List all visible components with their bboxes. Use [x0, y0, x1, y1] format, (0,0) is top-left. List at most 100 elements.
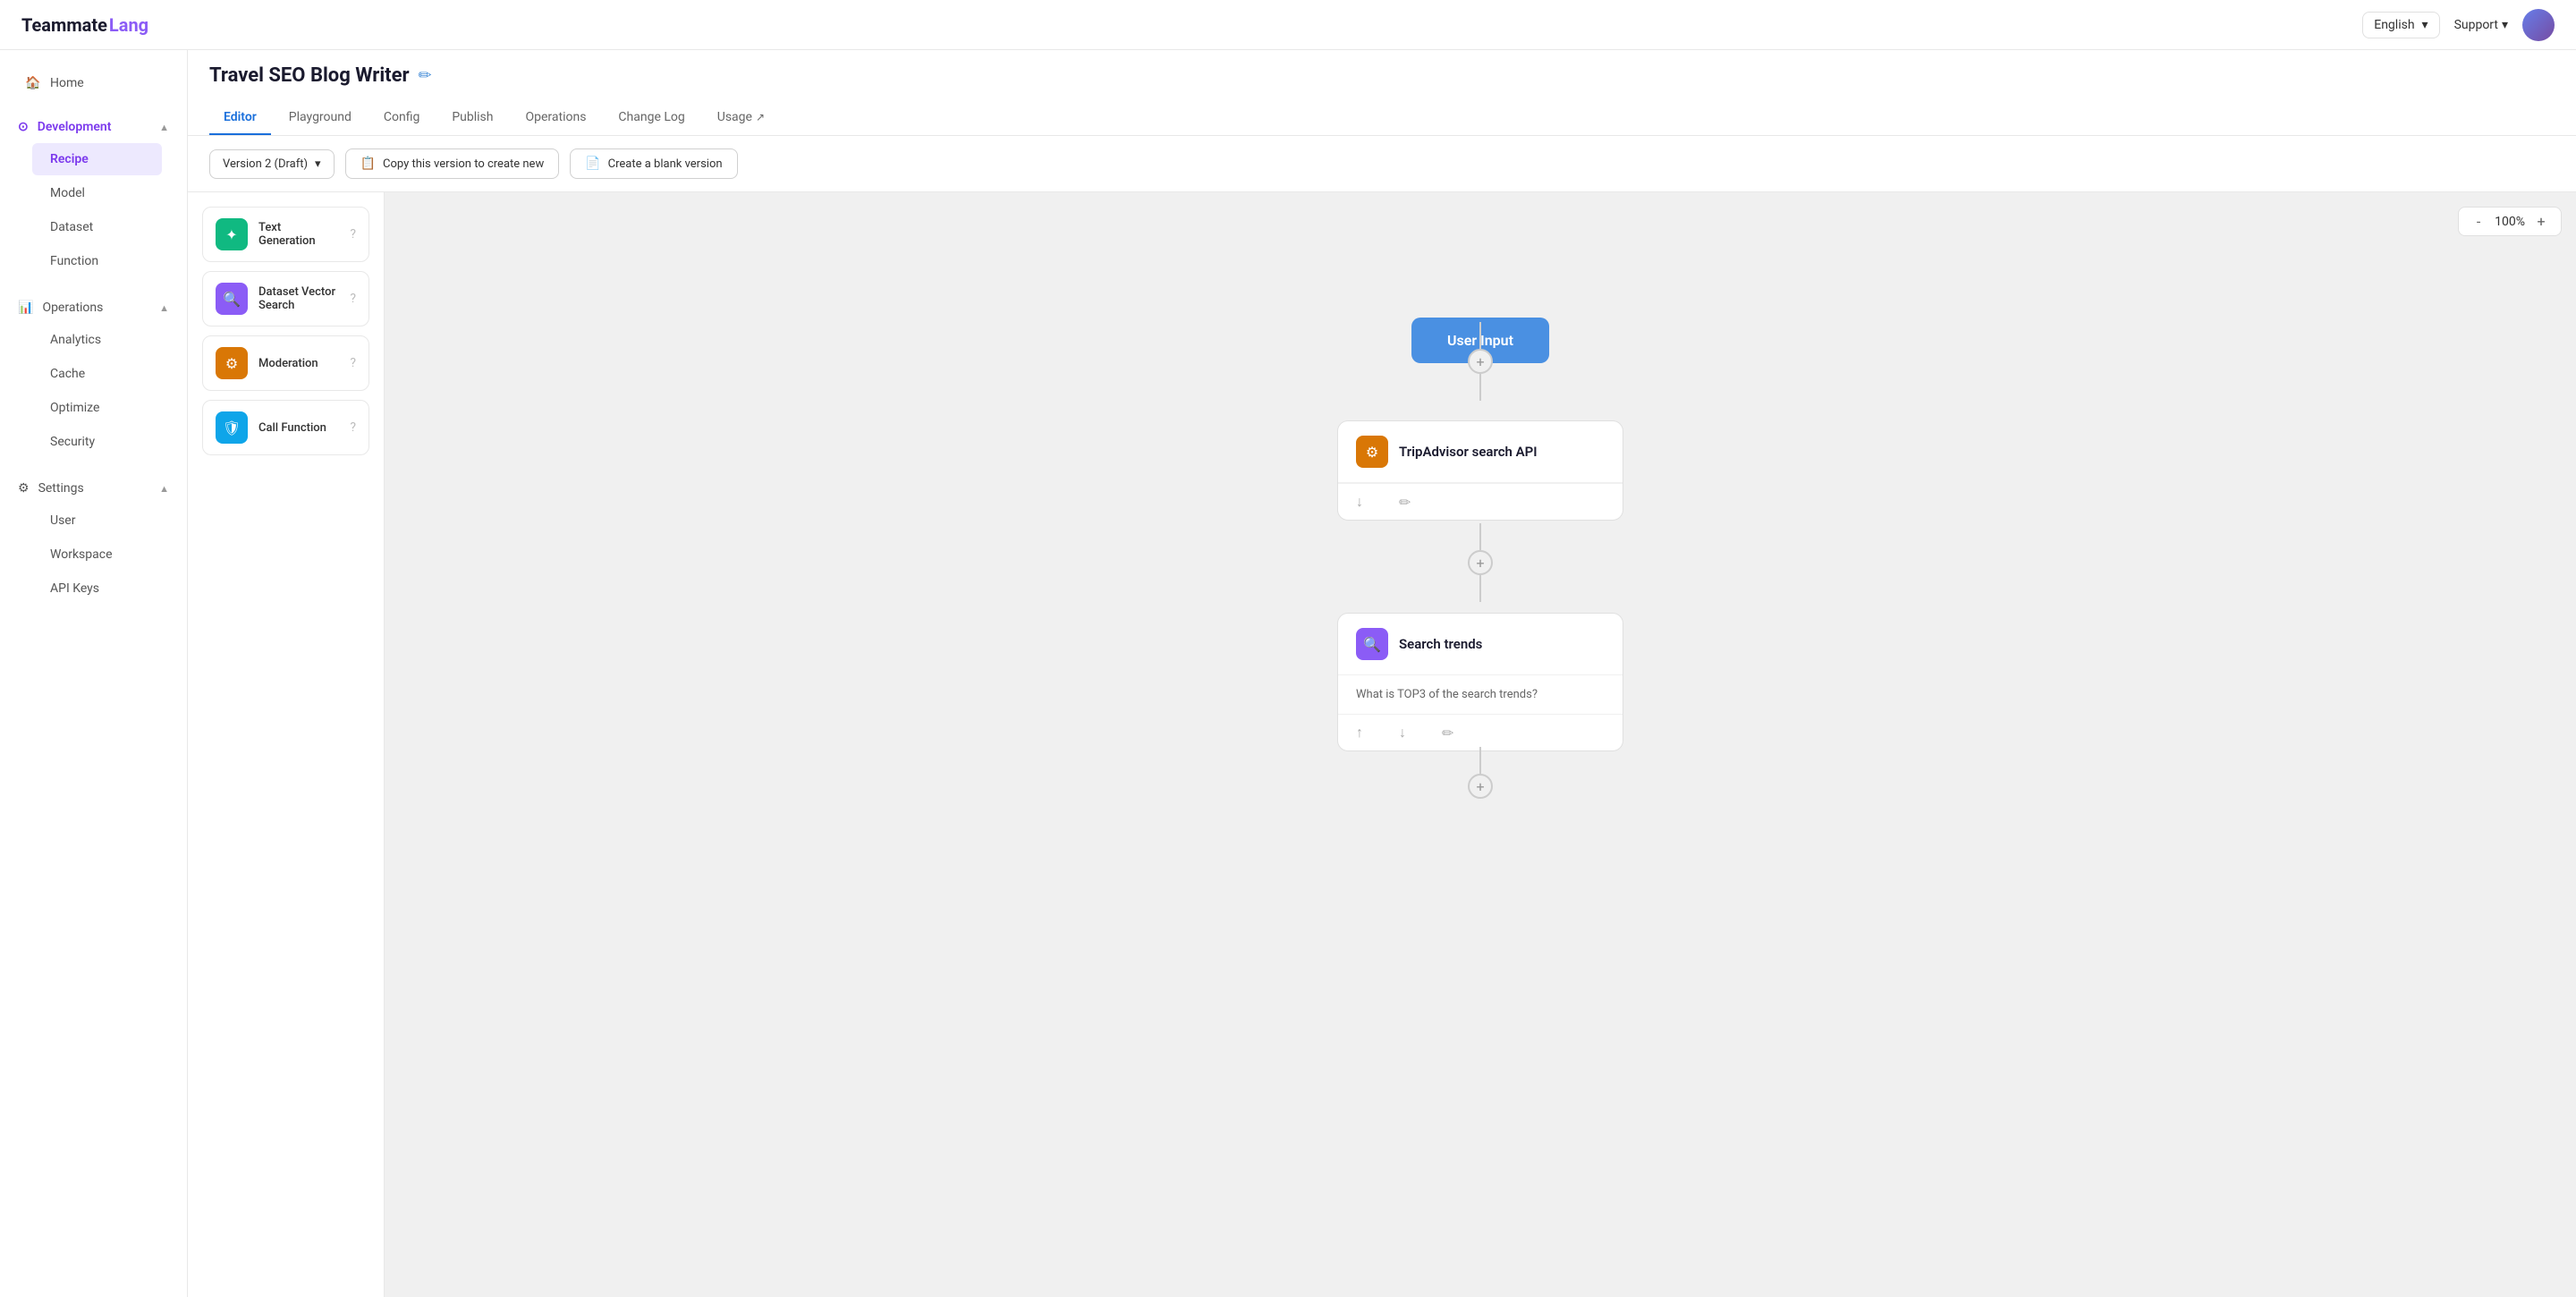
tripadvisor-icon: ⚙	[1356, 436, 1388, 468]
component-function-label: Call Function	[258, 421, 339, 435]
move-down-button[interactable]: ↓	[1399, 724, 1406, 742]
settings-sub: User Workspace API Keys	[18, 504, 169, 605]
canvas[interactable]: - 100% + User Input +	[385, 192, 2576, 1297]
chevron-up-icon: ▲	[159, 122, 169, 133]
sidebar-section-operations: 📊 Operations ▲ Analytics Cache Optimize	[0, 290, 187, 463]
add-node-button-3[interactable]: +	[1468, 774, 1493, 799]
zoom-level: 100%	[2495, 215, 2525, 229]
edit-button[interactable]: ✏	[1442, 725, 1453, 742]
search-trends-title: Search trends	[1399, 636, 1482, 652]
dataset-vector-icon: 🔍	[216, 283, 248, 315]
logo-teammate: Teammate	[21, 14, 107, 36]
sidebar-item-home[interactable]: 🏠 Home	[7, 66, 180, 100]
sidebar-item-cache[interactable]: Cache	[32, 358, 162, 390]
tab-config[interactable]: Config	[369, 101, 434, 135]
flow-line	[1479, 523, 1481, 550]
flow-line	[1479, 747, 1481, 774]
copy-icon: 📋	[360, 157, 376, 171]
sidebar-item-dataset[interactable]: Dataset	[32, 211, 162, 243]
sidebar-section-settings: ⚙ Settings ▲ User Workspace API Keys	[0, 470, 187, 610]
blank-version-button[interactable]: 📄 Create a blank version	[570, 148, 737, 179]
tabs: Editor Playground Config Publish Operati…	[209, 101, 2555, 135]
chevron-down-icon: ▾	[2502, 18, 2508, 32]
operations-icon: 📊	[18, 301, 33, 315]
component-moderation[interactable]: ⚙ Moderation ?	[202, 335, 369, 391]
main-content: Travel SEO Blog Writer ✏ Editor Playgrou…	[188, 50, 2576, 1297]
settings-icon: ⚙	[18, 481, 30, 496]
app-wrapper: Teammate Lang English ▾ Support ▾ 🏠 Home	[0, 0, 2576, 1297]
language-selector[interactable]: English ▾	[2362, 12, 2439, 38]
help-icon[interactable]: ?	[350, 356, 356, 370]
component-dataset-label: Dataset Vector Search	[258, 285, 339, 312]
search-trends-body: What is TOP3 of the search trends?	[1338, 675, 1623, 714]
sidebar-item-recipe[interactable]: Recipe	[32, 143, 162, 175]
flow-line	[1479, 374, 1481, 401]
search-trends-actions: ↑ ↓ ✏	[1338, 714, 1623, 750]
sidebar-item-user[interactable]: User	[32, 504, 162, 537]
support-button[interactable]: Support ▾	[2454, 18, 2508, 32]
language-label: English	[2374, 18, 2414, 32]
version-label: Version 2 (Draft)	[223, 157, 308, 171]
canvas-inner: - 100% + User Input +	[385, 192, 2576, 1297]
content-header: Travel SEO Blog Writer ✏ Editor Playgrou…	[188, 50, 2576, 136]
sidebar-item-api-keys[interactable]: API Keys	[32, 572, 162, 605]
sidebar: 🏠 Home ⊙ Development ▲ Recipe Model	[0, 50, 188, 1297]
tab-editor[interactable]: Editor	[209, 101, 271, 135]
add-node-button-1[interactable]: +	[1468, 349, 1493, 374]
move-up-button[interactable]: ↑	[1356, 724, 1363, 742]
sidebar-settings-header[interactable]: ⚙ Settings ▲	[18, 474, 169, 503]
search-trends-node[interactable]: 🔍 Search trends What is TOP3 of the sear…	[1337, 613, 1623, 751]
chevron-down-icon: ▾	[2422, 18, 2428, 32]
call-function-icon: 🛡	[216, 411, 248, 444]
copy-version-button[interactable]: 📋 Copy this version to create new	[345, 148, 560, 179]
page-title-row: Travel SEO Blog Writer ✏	[209, 64, 2555, 87]
tab-changelog[interactable]: Change Log	[604, 101, 699, 135]
sidebar-item-security[interactable]: Security	[32, 426, 162, 458]
sidebar-item-function[interactable]: Function	[32, 245, 162, 277]
operations-sub: Analytics Cache Optimize Security	[18, 324, 169, 458]
moderation-icon: ⚙	[216, 347, 248, 379]
component-dataset-vector[interactable]: 🔍 Dataset Vector Search ?	[202, 271, 369, 326]
chevron-up-icon: ▲	[159, 483, 169, 495]
main-area: 🏠 Home ⊙ Development ▲ Recipe Model	[0, 50, 2576, 1297]
logo-lang: Lang	[109, 14, 148, 36]
connector-1: +	[1468, 322, 1493, 401]
tab-operations[interactable]: Operations	[511, 101, 600, 135]
component-call-function[interactable]: 🛡 Call Function ?	[202, 400, 369, 455]
user-avatar[interactable]	[2522, 9, 2555, 41]
toolbar: Version 2 (Draft) ▾ 📋 Copy this version …	[188, 136, 2576, 192]
help-icon[interactable]: ?	[350, 420, 356, 435]
tab-publish[interactable]: Publish	[437, 101, 507, 135]
tripadvisor-actions: ↓ ✏	[1338, 483, 1623, 520]
help-icon[interactable]: ?	[350, 227, 356, 242]
sidebar-item-workspace[interactable]: Workspace	[32, 538, 162, 571]
sidebar-item-analytics[interactable]: Analytics	[32, 324, 162, 356]
sidebar-item-optimize[interactable]: Optimize	[32, 392, 162, 424]
tripadvisor-node-header: ⚙ TripAdvisor search API	[1338, 421, 1623, 483]
zoom-out-button[interactable]: -	[2470, 213, 2487, 230]
text-gen-icon: ✦	[216, 218, 248, 250]
tab-usage[interactable]: Usage ↗	[703, 101, 779, 135]
edit-title-icon[interactable]: ✏	[419, 66, 432, 85]
zoom-in-button[interactable]: +	[2532, 213, 2550, 230]
add-node-button-2[interactable]: +	[1468, 550, 1493, 575]
sidebar-section-development: ⊙ Development ▲ Recipe Model Dataset	[0, 109, 187, 283]
development-sub: Recipe Model Dataset Function	[18, 143, 169, 277]
sidebar-operations-header[interactable]: 📊 Operations ▲	[18, 293, 169, 322]
component-panel: ✦ Text Generation ? 🔍 Dataset Vector Sea…	[188, 192, 385, 1297]
help-icon[interactable]: ?	[350, 292, 356, 306]
sidebar-item-model[interactable]: Model	[32, 177, 162, 209]
component-moderation-label: Moderation	[258, 357, 339, 370]
search-trends-text: What is TOP3 of the search trends?	[1356, 688, 1538, 701]
version-selector[interactable]: Version 2 (Draft) ▾	[209, 149, 335, 179]
sidebar-development-header[interactable]: ⊙ Development ▲	[18, 113, 169, 141]
chevron-down-icon: ▾	[315, 157, 321, 171]
tab-playground[interactable]: Playground	[275, 101, 366, 135]
move-down-button[interactable]: ↓	[1356, 493, 1363, 511]
tripadvisor-title: TripAdvisor search API	[1399, 444, 1538, 460]
edit-button[interactable]: ✏	[1399, 494, 1411, 511]
component-text-generation[interactable]: ✦ Text Generation ?	[202, 207, 369, 262]
component-text-gen-label: Text Generation	[258, 221, 339, 248]
tripadvisor-node[interactable]: ⚙ TripAdvisor search API ↓ ✏	[1337, 420, 1623, 521]
flow-line	[1479, 575, 1481, 602]
